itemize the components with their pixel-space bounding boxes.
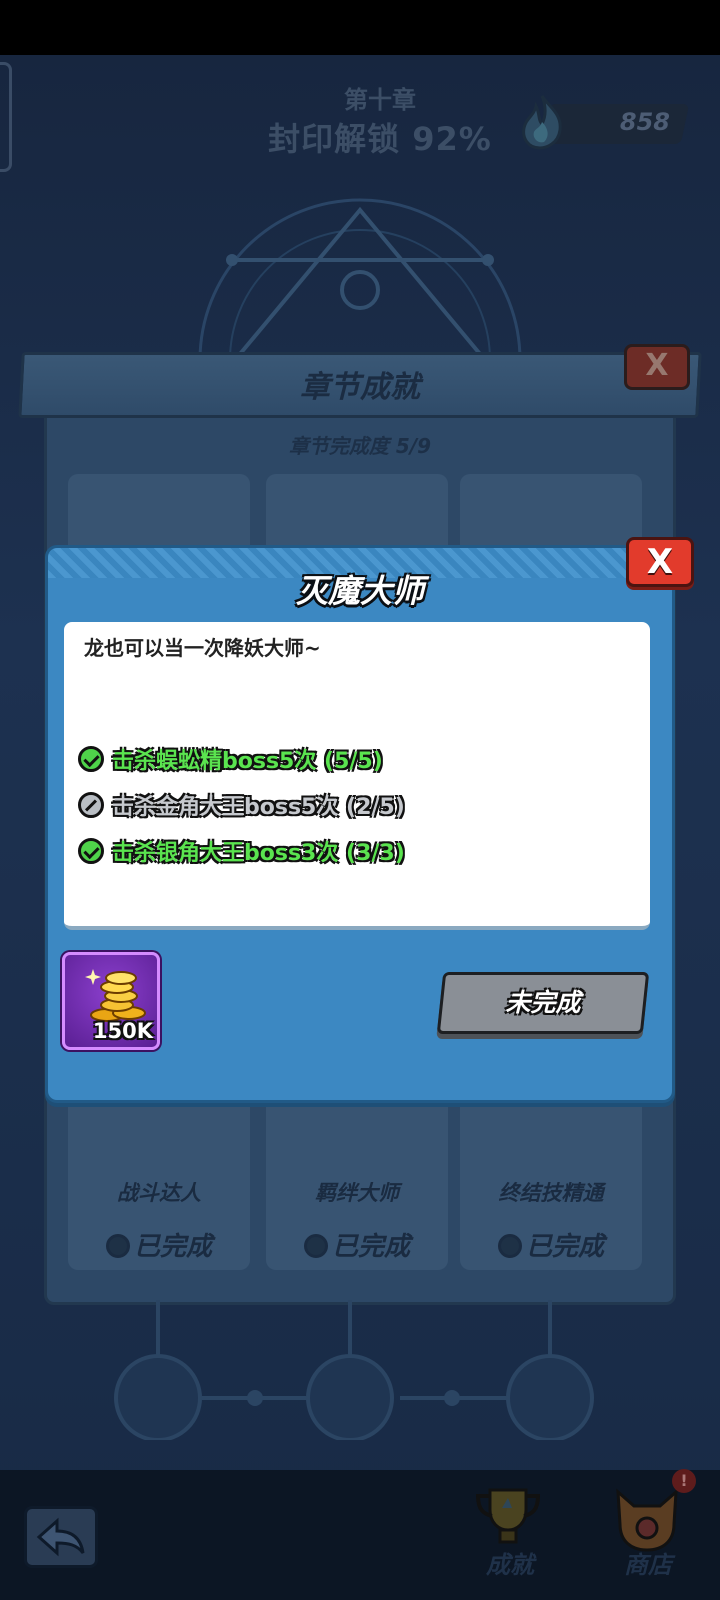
requirement-text: 击杀金角大王boss5次 (2/5) <box>112 795 405 820</box>
check-circle-icon <box>78 838 104 864</box>
achievement-card-status: 已完成 <box>266 1226 448 1263</box>
back-button[interactable] <box>24 1506 98 1568</box>
requirement-text: 击杀蜈蚣精boss5次 (5/5) <box>112 749 383 774</box>
achievement-description: 龙也可以当一次降妖大师~ <box>84 636 321 660</box>
achievement-card-label: 战斗达人 <box>117 1181 201 1205</box>
seal-progress: 封印解锁 92% <box>268 120 492 158</box>
check-circle-icon <box>78 746 104 772</box>
nav-achievements-label[interactable]: 成就 <box>470 1545 550 1580</box>
skill-tree <box>114 1300 594 1440</box>
side-panel-edge <box>0 62 12 172</box>
nav-shop-label[interactable]: 商店 <box>608 1545 688 1580</box>
status-text: 已完成 <box>331 1232 410 1262</box>
check-icon <box>497 1234 522 1258</box>
requirement-item: 击杀银角大王boss3次 (3/3) <box>78 834 405 868</box>
soul-flame-icon <box>522 95 562 150</box>
check-icon <box>105 1234 130 1258</box>
achievement-card-status: 已完成 <box>460 1226 642 1263</box>
chapter-completion: 章节完成度 5/9 <box>288 434 432 458</box>
reward-amount: 150K <box>92 1019 153 1043</box>
status-button-label: 未完成 <box>505 988 581 1017</box>
dialog-title: 灭魔大师 <box>295 572 424 610</box>
status-text: 已完成 <box>525 1232 604 1262</box>
check-icon <box>303 1234 328 1258</box>
reward-item[interactable]: 150K <box>62 952 160 1050</box>
close-icon: X <box>646 542 674 582</box>
achievement-card-label: 终结技精通 <box>498 1181 604 1205</box>
screen: 第十章 封印解锁 92% 858 章节成就 X 章节完成度 5/9 战斗达人 羁… <box>0 0 720 1600</box>
requirement-item: 击杀蜈蚣精boss5次 (5/5) <box>78 742 383 776</box>
description-box: 龙也可以当一次降妖大师~ 击杀蜈蚣精boss5次 (5/5) 击杀金角大王bos… <box>64 622 650 930</box>
achievement-dialog: 灭魔大师 龙也可以当一次降妖大师~ 击杀蜈蚣精boss5次 (5/5) 击杀金角… <box>45 545 675 1103</box>
status-text: 已完成 <box>133 1232 212 1262</box>
close-button[interactable]: X <box>626 537 694 587</box>
gold-coins-icon <box>85 969 146 1022</box>
currency-value: 858 <box>619 108 670 136</box>
panel-close-button: X <box>624 344 690 390</box>
chapter-title: 第十章 <box>344 86 416 114</box>
blocked-circle-icon <box>78 792 104 818</box>
back-arrow-icon <box>36 1517 85 1557</box>
requirement-item: 击杀金角大王boss5次 (2/5) <box>78 788 405 822</box>
incomplete-status-button[interactable]: 未完成 <box>436 972 650 1034</box>
requirement-text: 击杀银角大王boss3次 (3/3) <box>112 841 405 866</box>
achievement-card-label: 羁绊大师 <box>315 1181 399 1205</box>
achievement-card-status: 已完成 <box>68 1226 250 1263</box>
panel-title: 章节成就 <box>300 370 420 405</box>
notification-badge: ! <box>672 1469 696 1493</box>
